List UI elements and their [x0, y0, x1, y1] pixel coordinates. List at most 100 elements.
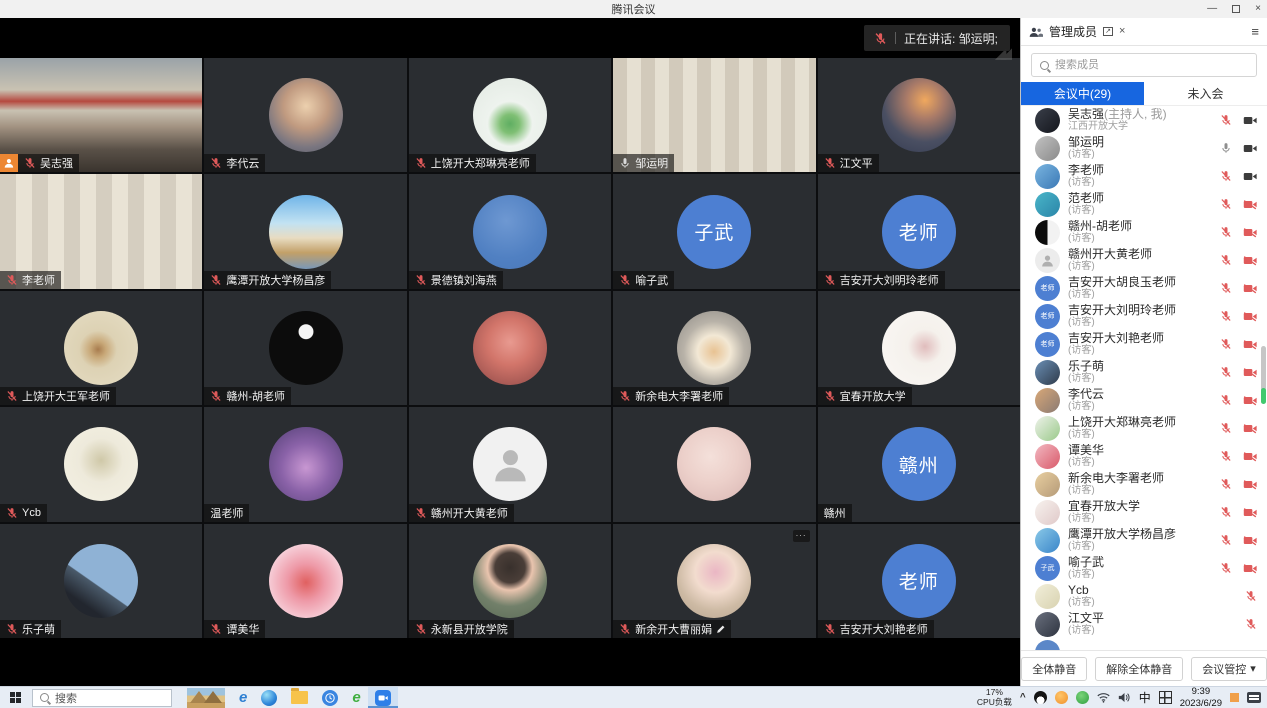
- clock[interactable]: 9:39 2023/6/29: [1180, 686, 1222, 708]
- green-shield-icon[interactable]: [1076, 691, 1089, 704]
- member-row[interactable]: 子武 喻子武 (访客): [1021, 554, 1267, 582]
- volume-icon[interactable]: [1118, 692, 1131, 703]
- mic-muted-icon[interactable]: [1220, 394, 1232, 406]
- meeting-control-button[interactable]: 会议管控▾: [1191, 657, 1267, 681]
- video-cell[interactable]: 老师吉安开大刘明玲老师: [818, 174, 1020, 288]
- ime-mode-icon[interactable]: [1159, 691, 1172, 704]
- video-cell[interactable]: 鹰潭开放大学杨昌彦: [204, 174, 406, 288]
- taskbar-search[interactable]: 搜索: [32, 689, 172, 707]
- mic-muted-icon[interactable]: [1220, 506, 1232, 518]
- video-cell[interactable]: 上饶开大郑琳亮老师: [409, 58, 611, 172]
- member-row[interactable]: 乐子萌 (访客): [1021, 358, 1267, 386]
- mic-muted-icon[interactable]: [1245, 618, 1257, 630]
- member-row[interactable]: 老师 吉安开大刘艳老师 (访客): [1021, 330, 1267, 358]
- unmute-all-button[interactable]: 解除全体静音: [1095, 657, 1183, 681]
- camera-off-icon[interactable]: [1243, 451, 1257, 462]
- video-cell[interactable]: 赣州开大黄老师: [409, 407, 611, 521]
- member-row[interactable]: 范老师 (访客): [1021, 190, 1267, 218]
- scrollbar-thumb[interactable]: [1261, 346, 1266, 404]
- tab-in-meeting[interactable]: 会议中(29): [1021, 82, 1144, 105]
- member-row[interactable]: 吴志强(主持人, 我) 江西开放大学: [1021, 106, 1267, 134]
- camera-off-icon[interactable]: [1243, 283, 1257, 294]
- mic-active-icon[interactable]: [1220, 142, 1232, 154]
- panel-close-icon[interactable]: ×: [1119, 26, 1125, 37]
- member-row[interactable]: 赣州开大黄老师 (访客): [1021, 246, 1267, 274]
- menu-icon[interactable]: ≡: [1251, 24, 1259, 39]
- camera-off-icon[interactable]: [1243, 563, 1257, 574]
- orange-app-icon[interactable]: [1055, 691, 1068, 704]
- video-cell[interactable]: 新余电大李署老师: [613, 291, 815, 405]
- camera-off-icon[interactable]: [1243, 227, 1257, 238]
- hidden-icons-caret[interactable]: ^: [1020, 692, 1026, 703]
- camera-off-icon[interactable]: [1243, 367, 1257, 378]
- video-cell[interactable]: 老师吉安开大刘艳老师: [818, 524, 1020, 638]
- member-row[interactable]: 赣州-胡老师 (访客): [1021, 218, 1267, 246]
- notification-center-icon[interactable]: [1247, 692, 1261, 703]
- video-cell[interactable]: 赣州-胡老师: [204, 291, 406, 405]
- video-cell[interactable]: 邹运明: [613, 58, 815, 172]
- start-button[interactable]: [0, 687, 30, 708]
- more-options-icon[interactable]: ···: [793, 530, 810, 542]
- camera-off-icon[interactable]: [1243, 339, 1257, 350]
- maximize-button[interactable]: [1232, 5, 1240, 13]
- mic-muted-icon[interactable]: [1220, 422, 1232, 434]
- taskbar-app-browser360[interactable]: e: [345, 687, 367, 708]
- mic-muted-icon[interactable]: [1220, 478, 1232, 490]
- video-cell[interactable]: 永新县开放学院: [409, 524, 611, 638]
- camera-on-icon[interactable]: [1243, 115, 1257, 126]
- mic-muted-icon[interactable]: [1220, 338, 1232, 350]
- mic-muted-icon[interactable]: [1220, 114, 1232, 126]
- mic-muted-icon[interactable]: [1220, 254, 1232, 266]
- camera-off-icon[interactable]: [1243, 423, 1257, 434]
- member-row[interactable]: 李代云 (访客): [1021, 386, 1267, 414]
- camera-off-icon[interactable]: [1243, 255, 1257, 266]
- tray-app-icon[interactable]: [1230, 693, 1239, 702]
- camera-off-icon[interactable]: [1243, 395, 1257, 406]
- tab-not-joined[interactable]: 未入会: [1144, 82, 1267, 105]
- member-row[interactable]: 宜春开放大学 (访客): [1021, 498, 1267, 526]
- mic-muted-icon[interactable]: [1220, 310, 1232, 322]
- video-cell[interactable]: 谭美华: [204, 524, 406, 638]
- member-row[interactable]: 新余电大李署老师 (访客): [1021, 470, 1267, 498]
- mic-muted-icon[interactable]: [1220, 170, 1232, 182]
- video-cell[interactable]: 温老师: [204, 407, 406, 521]
- network-icon[interactable]: [1097, 692, 1110, 703]
- close-button[interactable]: ×: [1255, 4, 1261, 14]
- video-cell[interactable]: 赣州赣州: [818, 407, 1020, 521]
- taskbar-app-ie[interactable]: e: [232, 687, 254, 708]
- video-cell[interactable]: 景德镇刘海燕: [409, 174, 611, 288]
- minimize-button[interactable]: —: [1207, 4, 1217, 14]
- taskbar-app-edge[interactable]: [254, 687, 284, 708]
- member-row[interactable]: 老师 吉安开大胡良玉老师 (访客): [1021, 274, 1267, 302]
- mic-muted-icon[interactable]: [1220, 282, 1232, 294]
- member-row[interactable]: 老师 吉安开大刘明玲老师 (访客): [1021, 302, 1267, 330]
- mic-muted-icon[interactable]: [1245, 590, 1257, 602]
- member-row[interactable]: Ycb (访客): [1021, 582, 1267, 610]
- video-cell[interactable]: [409, 291, 611, 405]
- member-row[interactable]: 谭美华 (访客): [1021, 442, 1267, 470]
- popout-icon[interactable]: ↗: [1103, 27, 1113, 36]
- taskbar-app-clock-app[interactable]: [315, 687, 345, 708]
- member-row[interactable]: 江文平 (访客): [1021, 610, 1267, 638]
- video-cell[interactable]: 李代云: [204, 58, 406, 172]
- taskbar-app-file-explorer[interactable]: [284, 687, 315, 708]
- member-row[interactable]: [1021, 638, 1267, 650]
- video-cell[interactable]: 李老师: [0, 174, 202, 288]
- mic-muted-icon[interactable]: [1220, 562, 1232, 574]
- camera-off-icon[interactable]: [1243, 479, 1257, 490]
- taskbar-app-pyramids-thumbnail[interactable]: [180, 687, 232, 708]
- taskbar-app-tencent-meeting[interactable]: [368, 687, 398, 708]
- mic-muted-icon[interactable]: [1220, 366, 1232, 378]
- video-cell[interactable]: [613, 407, 815, 521]
- video-cell[interactable]: 吴志强: [0, 58, 202, 172]
- video-cell[interactable]: 宜春开放大学: [818, 291, 1020, 405]
- member-row[interactable]: 上饶开大郑琳亮老师 (访客): [1021, 414, 1267, 442]
- member-row[interactable]: 李老师 (访客): [1021, 162, 1267, 190]
- video-cell[interactable]: 上饶开大王军老师: [0, 291, 202, 405]
- camera-off-icon[interactable]: [1243, 507, 1257, 518]
- video-cell[interactable]: 乐子萌: [0, 524, 202, 638]
- qq-icon[interactable]: [1034, 691, 1047, 704]
- search-box[interactable]: [1031, 53, 1257, 77]
- video-cell[interactable]: 子武喻子武: [613, 174, 815, 288]
- mic-muted-icon[interactable]: [1220, 198, 1232, 210]
